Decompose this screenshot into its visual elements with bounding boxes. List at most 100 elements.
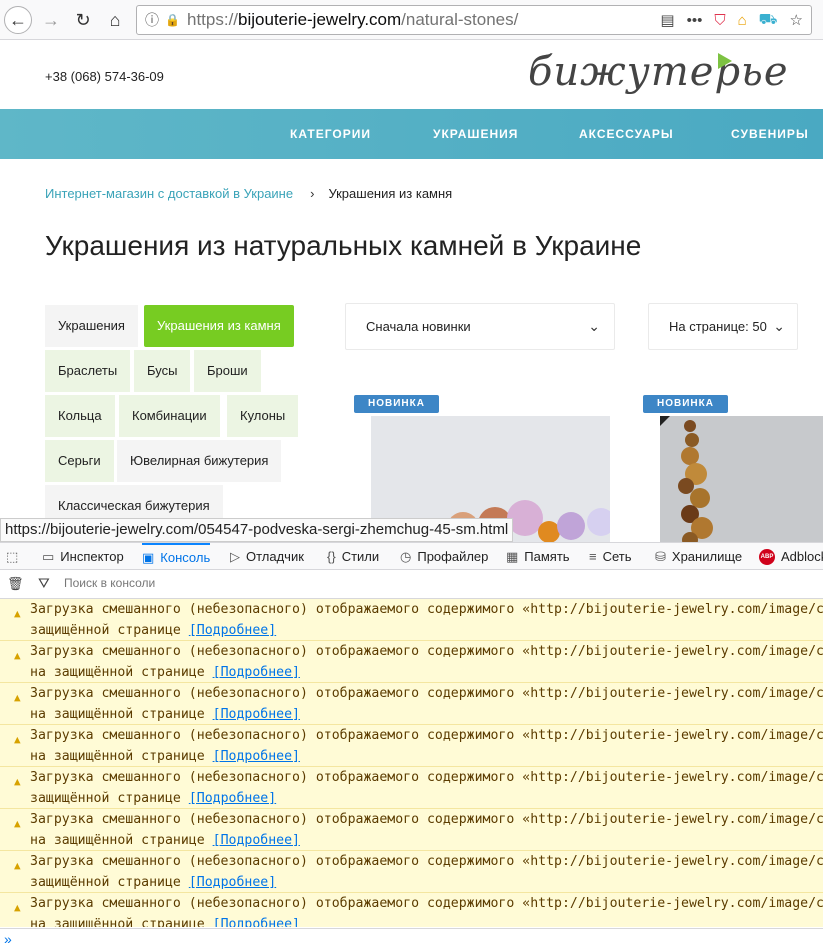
console-warning: ▲ Загрузка смешанного (небезопасного) ото… [0, 809, 823, 851]
sort-select[interactable]: Сначала новинки ⌄ [345, 303, 615, 350]
warning-icon: ▲ [14, 649, 21, 662]
url-domain: bijouterie-jewelry.com [238, 10, 402, 29]
element-picker-button[interactable]: ⬚ [6, 543, 18, 570]
warning-text: Загрузка смешанного (небезопасного) отоб… [30, 728, 823, 743]
inspector-icon: ▭ [42, 549, 55, 564]
url-bar[interactable]: ⓘ 🔒 https://bijouterie-jewelry.com/natur… [136, 5, 812, 35]
learn-more-link[interactable]: [Подробнее] [213, 749, 300, 764]
reader-view-icon[interactable]: ▤ [660, 11, 674, 29]
warning-text-line2: защищённой странице [Подробнее] [30, 791, 277, 806]
category-fine-bijouterie[interactable]: Ювелирная бижутерия [117, 440, 282, 482]
category-beads[interactable]: Бусы [134, 350, 191, 392]
breadcrumb-home[interactable]: Интернет-магазин с доставкой в Украине [45, 186, 293, 201]
category-stone-jewelry[interactable]: Украшения из камня [144, 305, 294, 347]
tab-network[interactable]: ≡ Сеть [589, 543, 632, 570]
console-output: ▲ Загрузка смешанного (небезопасного) ото… [0, 599, 823, 927]
category-earrings[interactable]: Серьги [45, 440, 114, 482]
warning-icon: ▲ [14, 607, 21, 620]
console-prompt-icon: » [4, 931, 12, 947]
tab-label: Стили [341, 549, 380, 564]
learn-more-link[interactable]: [Подробнее] [189, 791, 276, 806]
trash-icon[interactable]: 🗑 [7, 576, 24, 592]
network-icon: ≡ [589, 549, 597, 564]
category-combinations[interactable]: Комбинации [119, 395, 220, 437]
home-button[interactable]: ⌂ [101, 6, 129, 34]
console-warning: ▲ Загрузка смешанного (небезопасного) ото… [0, 641, 823, 683]
category-rings[interactable]: Кольца [45, 395, 115, 437]
learn-more-link[interactable]: [Подробнее] [213, 833, 300, 848]
console-warning: ▲ Загрузка смешанного (небезопасного) ото… [0, 851, 823, 893]
learn-more-link[interactable]: [Подробнее] [213, 707, 300, 722]
category-pendants[interactable]: Кулоны [227, 395, 299, 437]
breadcrumb: Интернет-магазин с доставкой в Украине › У… [45, 186, 452, 201]
warning-text: Загрузка смешанного (небезопасного) отоб… [30, 854, 823, 869]
learn-more-link[interactable]: [Подробнее] [189, 875, 276, 890]
tab-styles[interactable]: {} Стили [327, 543, 379, 570]
new-badge: НОВИНКА [643, 395, 728, 413]
arrow-right-icon: → [42, 9, 60, 30]
category-brooches[interactable]: Броши [194, 350, 261, 392]
category-jewelry[interactable]: Украшения [45, 305, 138, 347]
bookmark-star-icon[interactable]: ☆ [790, 11, 803, 29]
url-prefix: https:// [187, 10, 239, 29]
page-title: Украшения из натуральных камней в Украин… [45, 230, 642, 261]
product-image[interactable] [660, 416, 823, 546]
tab-inspector[interactable]: ▭ Инспектор [42, 543, 124, 570]
tab-console[interactable]: ▣ Консоль [142, 543, 211, 570]
nav-item-accessories[interactable]: АКСЕССУАРЫ [579, 109, 674, 159]
memory-icon: ▦ [506, 549, 519, 564]
chevron-down-icon: ⌄ [588, 318, 600, 334]
warning-icon: ▲ [14, 901, 21, 914]
reload-button[interactable]: ↻ [69, 6, 97, 34]
phone-number[interactable]: +38 (068) 574-36-09 [45, 69, 164, 84]
console-filter-bar: 🗑 ⛛ Поиск в консоли [0, 571, 823, 599]
warning-icon: ▲ [14, 733, 21, 746]
console-input[interactable]: » [0, 928, 823, 951]
product-card[interactable]: НОВИНКА [643, 395, 823, 546]
insecure-lock-icon[interactable]: 🔒 [165, 13, 183, 27]
warning-text-line2: защищённой странице [Подробнее] [30, 875, 277, 890]
tab-profiler[interactable]: ◷ Профайлер [400, 543, 488, 570]
learn-more-link[interactable]: [Подробнее] [213, 917, 300, 927]
profiler-icon: ◷ [400, 549, 412, 564]
tab-memory[interactable]: ▦ Память [506, 543, 570, 570]
per-page-select[interactable]: На странице: 50 ⌄ [648, 303, 798, 350]
browser-toolbar: ← → ↻ ⌂ ⓘ 🔒 https://bijouterie-jewelry.c… [0, 0, 823, 40]
nav-item-souvenirs[interactable]: СУВЕНИРЫ [731, 109, 809, 159]
extension-icon[interactable]: ⌂ [738, 12, 747, 29]
cart-extension-icon[interactable]: ⛟ [759, 11, 778, 30]
learn-more-link[interactable]: [Подробнее] [213, 665, 300, 680]
nav-item-jewelry[interactable]: УКРАШЕНИЯ [433, 109, 518, 159]
devtools-tabs: ⬚ ▭ Инспектор ▣ Консоль ▷ Отладчик {} Стили … [0, 542, 823, 570]
forward-button[interactable]: → [37, 6, 65, 34]
console-warning: ▲ Загрузка смешанного (небезопасного) ото… [0, 767, 823, 809]
warning-text-line2: на защищённой странице [Подробнее] [30, 707, 300, 722]
nav-item-categories[interactable]: КАТЕГОРИИ [290, 109, 371, 159]
tab-adblock[interactable]: ABP Adblock [759, 543, 823, 570]
console-filter-input[interactable]: Поиск в консоли [64, 576, 155, 590]
filter-icon[interactable]: ⛛ [38, 575, 50, 592]
info-icon[interactable]: ⓘ [145, 10, 165, 30]
warning-text: Загрузка смешанного (небезопасного) отоб… [30, 812, 823, 827]
warning-text-line2: на защищённой странице [Подробнее] [30, 914, 823, 927]
debugger-icon: ▷ [230, 549, 240, 564]
warning-icon: ▲ [14, 859, 21, 872]
pocket-icon[interactable]: ⛉ [714, 12, 725, 29]
tab-label: Консоль [160, 550, 211, 565]
warning-icon: ▲ [14, 817, 21, 830]
back-button[interactable]: ← [4, 6, 32, 34]
console-warning: ▲ Загрузка смешанного (небезопасного) ото… [0, 683, 823, 725]
url-path: /natural-stones/ [401, 10, 519, 29]
tab-label: Отладчик [246, 549, 304, 564]
category-bracelets[interactable]: Браслеты [45, 350, 131, 392]
url-text[interactable]: https://bijouterie-jewelry.com/natural-s… [187, 10, 518, 30]
arrow-left-icon: ← [9, 9, 27, 30]
warning-text: Загрузка смешанного (небезопасного) отоб… [30, 602, 823, 617]
page-actions-icon[interactable]: ••• [687, 12, 703, 29]
learn-more-link[interactable]: [Подробнее] [189, 623, 276, 638]
site-logo[interactable]: бижутерье [528, 49, 789, 95]
tab-label: Adblock [781, 549, 823, 564]
warning-text-line2: защищённой странице [Подробнее] [30, 623, 277, 638]
tab-debugger[interactable]: ▷ Отладчик [230, 543, 304, 570]
tab-storage[interactable]: ⛁ Хранилище [655, 543, 742, 570]
